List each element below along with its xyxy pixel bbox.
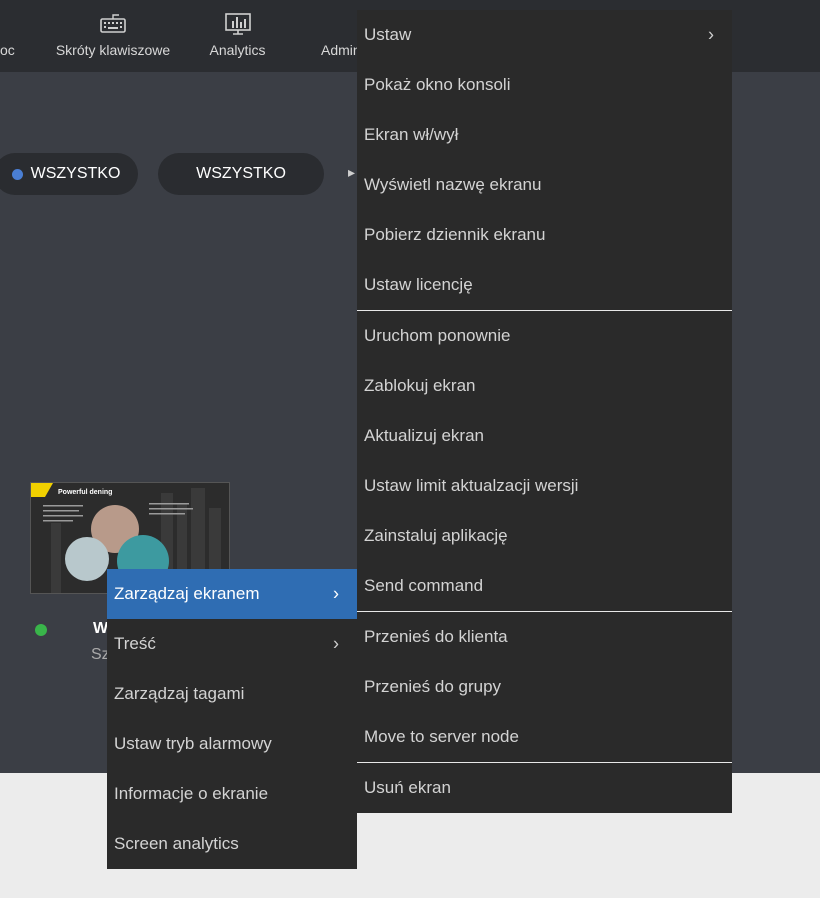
menu-item-alarm-mode[interactable]: Ustaw tryb alarmowy <box>107 719 357 769</box>
menu-item-label: Uruchom ponownie <box>364 326 511 345</box>
menu-item-manage-screen[interactable]: Zarządzaj ekranem › <box>107 569 357 619</box>
submenu-item-set-license[interactable]: Ustaw licencję <box>357 260 732 310</box>
menu-item-label: Send command <box>364 576 484 595</box>
status-dot-icon <box>11 168 23 180</box>
menu-item-manage-tags[interactable]: Zarządzaj tagami <box>107 669 357 719</box>
thumbnail-title: Powerful dening <box>58 489 113 496</box>
menu-item-label: Ekran wł/wył <box>364 125 459 144</box>
menu-item-label: Ustaw <box>364 25 412 44</box>
submenu-item-move-to-server-node[interactable]: Move to server node <box>357 712 732 762</box>
submenu-item-screen-toggle[interactable]: Ekran wł/wył <box>357 110 732 160</box>
menu-item-label: Move to server node <box>364 727 519 746</box>
menu-item-label: Zarządzaj ekranem <box>114 584 260 603</box>
menu-item-content[interactable]: Treść › <box>107 619 357 669</box>
menu-item-label: Zainstaluj aplikację <box>364 526 508 545</box>
nav-item-label: Analytics <box>209 42 266 58</box>
submenu-item-move-to-client[interactable]: Przenieś do klienta <box>357 612 732 662</box>
filter-pill-status[interactable]: WSZYSTKO <box>0 153 138 195</box>
submenu-item-install-app[interactable]: Zainstaluj aplikację <box>357 511 732 561</box>
submenu-item-download-log[interactable]: Pobierz dziennik ekranu <box>357 210 732 260</box>
nav-item-label: oc <box>0 42 15 58</box>
menu-item-label: Screen analytics <box>114 834 239 853</box>
filter-pill-label: WSZYSTKO <box>196 165 286 182</box>
menu-item-label: Pobierz dziennik ekranu <box>364 225 546 244</box>
submenu-item-version-limit[interactable]: Ustaw limit aktualzacji wersji <box>357 461 732 511</box>
menu-item-label: Przenieś do grupy <box>364 677 502 696</box>
submenu-item-lock-screen[interactable]: Zablokuj ekran <box>357 361 732 411</box>
nav-item-analytics[interactable]: Analytics <box>200 0 275 72</box>
chevron-right-icon: ▸ <box>348 164 356 180</box>
menu-item-label: Informacje o ekranie <box>114 784 269 803</box>
menu-item-label: Wyświetl nazwę ekranu <box>364 175 542 194</box>
chevron-right-icon: › <box>333 583 339 604</box>
submenu-item-show-name[interactable]: Wyświetl nazwę ekranu <box>357 160 732 210</box>
menu-item-label: Ustaw licencję <box>364 275 473 294</box>
filter-pill-type[interactable]: WSZYSTKO <box>158 153 324 195</box>
menu-item-label: Usuń ekran <box>364 778 451 797</box>
filter-pill-label: WSZYSTKO <box>30 165 121 182</box>
menu-item-label: Aktualizuj ekran <box>364 426 485 445</box>
screen-context-menu: Zarządzaj ekranem › Treść › Zarządzaj ta… <box>107 569 357 869</box>
menu-item-label: Przenieś do klienta <box>364 627 508 646</box>
menu-item-label: Pokaż okno konsoli <box>364 75 511 94</box>
keyboard-icon <box>99 12 127 37</box>
online-status-dot <box>35 624 47 636</box>
submenu-item-update-screen[interactable]: Aktualizuj ekran <box>357 411 732 461</box>
menu-item-label: Ustaw tryb alarmowy <box>114 734 272 753</box>
submenu-item-send-command[interactable]: Send command <box>357 561 732 611</box>
submenu-item-restart[interactable]: Uruchom ponownie <box>357 311 732 361</box>
menu-item-screen-info[interactable]: Informacje o ekranie <box>107 769 357 819</box>
nav-item-shortcuts[interactable]: Skróty klawiszowe <box>52 0 174 72</box>
submenu-item-show-console[interactable]: Pokaż okno konsoli <box>357 60 732 110</box>
nav-item-help[interactable]: oc <box>0 0 15 72</box>
chevron-right-icon: › <box>708 24 714 45</box>
menu-item-label: Treść <box>114 634 156 653</box>
menu-item-label: Ustaw limit aktualzacji wersji <box>364 476 579 495</box>
menu-item-label: Zarządzaj tagami <box>114 684 245 703</box>
menu-item-label: Zablokuj ekran <box>364 376 476 395</box>
submenu-item-delete-screen[interactable]: Usuń ekran <box>357 763 732 813</box>
submenu-item-move-to-group[interactable]: Przenieś do grupy <box>357 662 732 712</box>
nav-item-label: Skróty klawiszowe <box>55 42 171 58</box>
manage-screen-submenu: Ustaw › Pokaż okno konsoli Ekran wł/wył … <box>357 10 732 813</box>
menu-item-screen-analytics[interactable]: Screen analytics <box>107 819 357 869</box>
chevron-right-icon: › <box>333 633 339 654</box>
screen-name[interactable]: W <box>93 620 108 638</box>
analytics-icon <box>224 12 252 39</box>
submenu-item-set[interactable]: Ustaw › <box>357 10 732 60</box>
